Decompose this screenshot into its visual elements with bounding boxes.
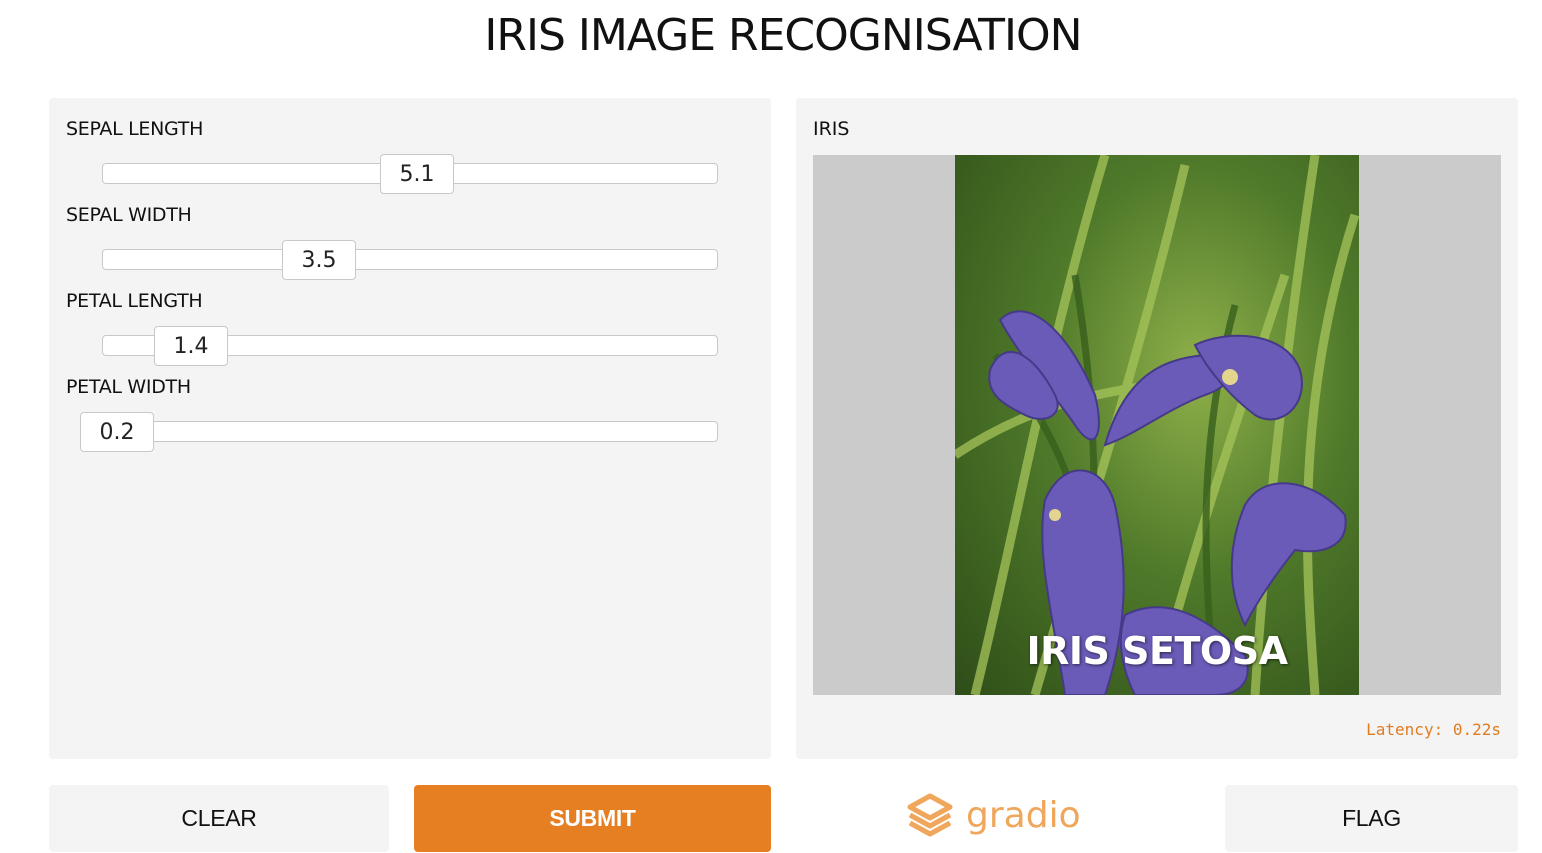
slider-thumb[interactable]: 0.2 [80, 412, 154, 452]
iris-photo: IRIS SETOSA [955, 155, 1359, 695]
image-caption: IRIS SETOSA [1026, 629, 1288, 673]
slider-label: PETAL LENGTH [66, 290, 203, 312]
iris-flower-illustration [955, 155, 1359, 695]
slider-thumb[interactable]: 5.1 [380, 154, 454, 194]
slider-thumb[interactable]: 3.5 [282, 240, 356, 280]
gradio-logo-icon [907, 793, 953, 837]
slider-petal-width: PETAL WIDTH 0.2 [49, 376, 771, 456]
clear-button[interactable]: CLEAR [49, 785, 389, 852]
slider-petal-length: PETAL LENGTH 1.4 [49, 290, 771, 370]
page-title: IRIS IMAGE RECOGNISATION [484, 10, 1082, 61]
output-panel: IRIS IRIS SETOSA Latency: 0.22s [796, 98, 1518, 759]
output-image-frame: IRIS SETOSA [813, 155, 1501, 695]
slider-label: SEPAL LENGTH [66, 118, 204, 140]
slider-track[interactable] [102, 421, 718, 442]
flag-button[interactable]: FLAG [1225, 785, 1518, 852]
input-panel: SEPAL LENGTH 5.1 SEPAL WIDTH 3.5 PETAL L… [49, 98, 771, 759]
output-label: IRIS [813, 118, 850, 140]
app-root: IRIS IMAGE RECOGNISATION SEPAL LENGTH 5.… [0, 0, 1542, 853]
gradio-brand[interactable]: gradio [906, 790, 1096, 840]
slider-sepal-width: SEPAL WIDTH 3.5 [49, 204, 771, 284]
slider-sepal-length: SEPAL LENGTH 5.1 [49, 118, 771, 198]
latency-readout: Latency: 0.22s [1366, 720, 1501, 739]
slider-label: SEPAL WIDTH [66, 204, 192, 226]
slider-label: PETAL WIDTH [66, 376, 191, 398]
submit-button[interactable]: SUBMIT [414, 785, 771, 852]
slider-track[interactable] [102, 249, 718, 270]
slider-thumb[interactable]: 1.4 [154, 326, 228, 366]
brand-name: gradio [966, 794, 1081, 836]
